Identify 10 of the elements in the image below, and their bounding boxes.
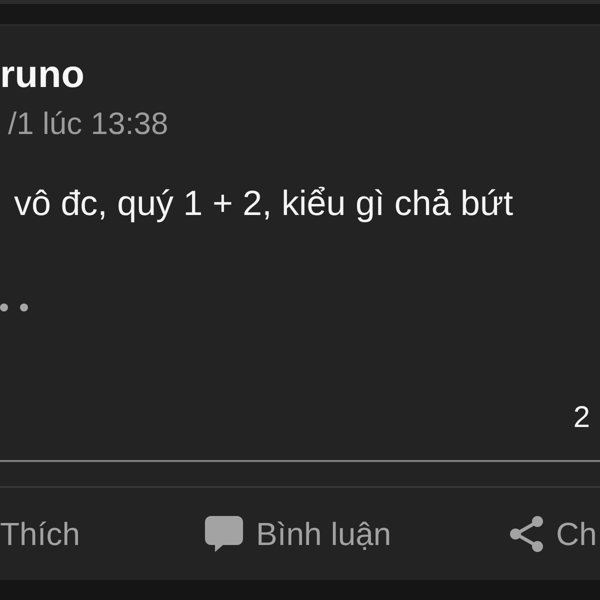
post-time: /1 lúc 13:38 [7,105,168,143]
comment-button[interactable]: Bình luận [205,515,392,553]
like-button[interactable]: Thích [0,515,80,553]
ellipsis-icon [0,303,28,312]
share-button[interactable]: Ch [510,515,597,553]
speech-bubble-icon [205,516,243,552]
count-label: 2 [573,400,590,436]
share-icon [510,516,543,552]
author-name[interactable]: runo [0,52,84,98]
post-text: vô đc, quý 1 + 2, kiểu gì chả bứt [13,183,514,225]
